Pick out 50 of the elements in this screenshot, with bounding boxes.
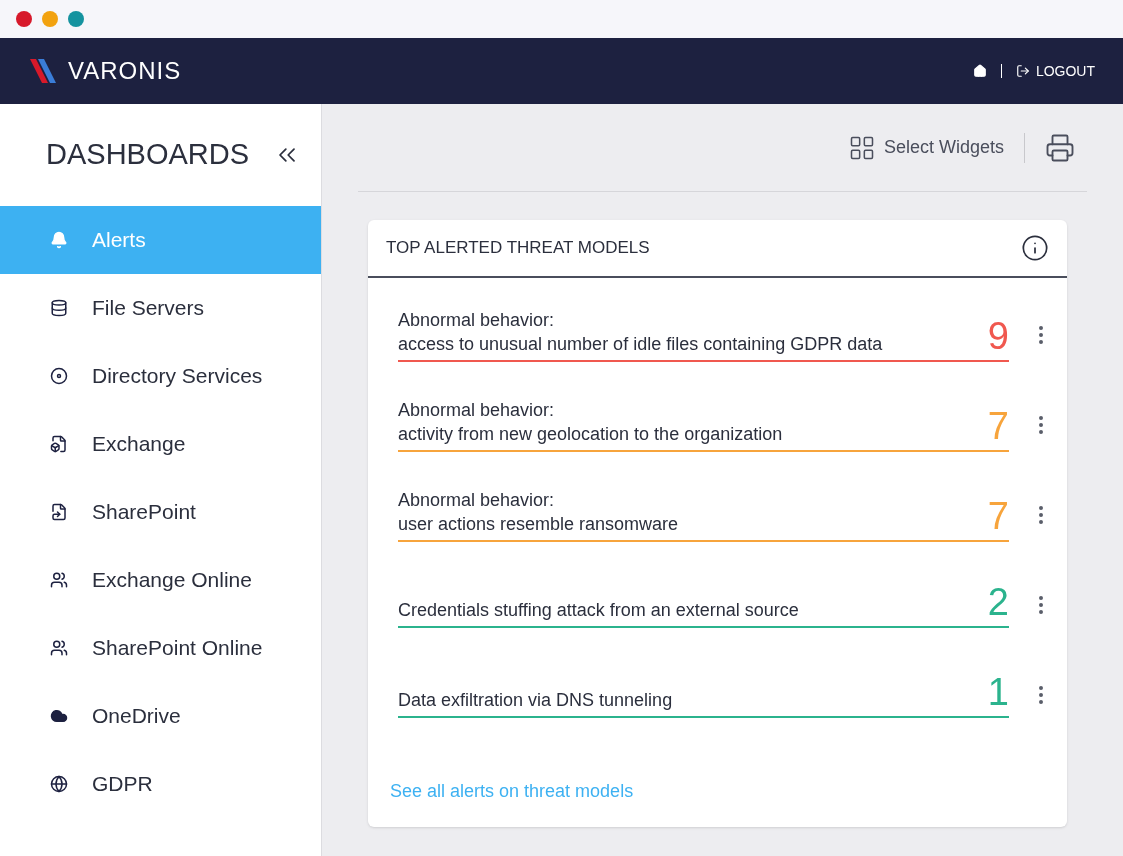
cloud-icon: [50, 707, 68, 725]
sidebar-item-label: OneDrive: [92, 703, 181, 730]
sidebar-item[interactable]: GDPR: [0, 750, 321, 818]
sidebar-item-label: SharePoint: [92, 499, 196, 526]
sidebar-item-label: Exchange: [92, 431, 186, 458]
sidebar-item[interactable]: SharePoint Online: [0, 614, 321, 682]
disc-icon: [50, 367, 68, 385]
threat-row[interactable]: Abnormal behavior: activity from new geolocation to the organization 7: [398, 398, 1009, 452]
home-icon[interactable]: [972, 64, 987, 78]
logout-icon: [1015, 64, 1030, 78]
threat-row[interactable]: Credentials stuffing attack from an external source 2: [398, 582, 1009, 628]
threat-row[interactable]: Abnormal behavior: user actions resemble ransomware 7: [398, 488, 1009, 542]
globe-icon: [50, 775, 68, 793]
threat-row[interactable]: Data exfiltration via DNS tunneling 1: [398, 672, 1009, 718]
select-widgets-button[interactable]: Select Widgets: [847, 133, 1004, 162]
sidebar-title: DASHBOARDS: [46, 137, 250, 173]
sidebar-item[interactable]: File Servers: [0, 274, 321, 342]
logout-button[interactable]: LOGOUT: [1015, 60, 1095, 82]
threat-label: Abnormal behavior: access to unusual number of idle files containing GDPR data: [398, 309, 883, 356]
sidebar-item[interactable]: Directory Services: [0, 342, 321, 410]
info-icon[interactable]: [1021, 234, 1049, 262]
threat-count: 1: [987, 672, 1009, 712]
sidebar-item-label: SharePoint Online: [92, 635, 263, 662]
sidebar-item-label: GDPR: [92, 771, 153, 798]
print-icon[interactable]: [1045, 132, 1075, 163]
sidebar-item-label: File Servers: [92, 295, 205, 322]
threat-count: 7: [987, 406, 1009, 446]
sidebar-item-label: Alerts: [92, 227, 146, 254]
sidebar-item-label: Exchange Online: [92, 567, 252, 594]
threat-count: 7: [987, 496, 1009, 536]
brand-name: VARONIS: [68, 56, 182, 86]
threat-label: Credentials stuffing attack from an external source: [398, 599, 799, 622]
threat-row[interactable]: Abnormal behavior: access to unusual number of idle files containing GDPR data 9: [398, 308, 1009, 362]
threat-label: Data exfiltration via DNS tunneling: [398, 689, 673, 712]
widget-title: TOP ALERTED THREAT MODELS: [386, 237, 650, 260]
people-icon: [50, 571, 68, 589]
sidebar-item[interactable]: OneDrive: [0, 682, 321, 750]
people-icon: [50, 639, 68, 657]
threat-count: 2: [987, 582, 1009, 622]
threat-count: 9: [987, 316, 1009, 356]
threat-label: Abnormal behavior: user actions resemble ransomware: [398, 489, 679, 536]
document-icon: [50, 435, 68, 453]
database-icon: [50, 299, 68, 317]
bell-icon: [50, 231, 68, 249]
sidebar-item-label: Directory Services: [92, 363, 263, 390]
sidebar-item[interactable]: SharePoint: [0, 478, 321, 546]
sidebar-item[interactable]: Exchange Online: [0, 546, 321, 614]
threat-label: Abnormal behavior: activity from new geolocation to the organization: [398, 399, 783, 446]
document-icon: [50, 503, 68, 521]
sidebar-item[interactable]: Exchange: [0, 410, 321, 478]
